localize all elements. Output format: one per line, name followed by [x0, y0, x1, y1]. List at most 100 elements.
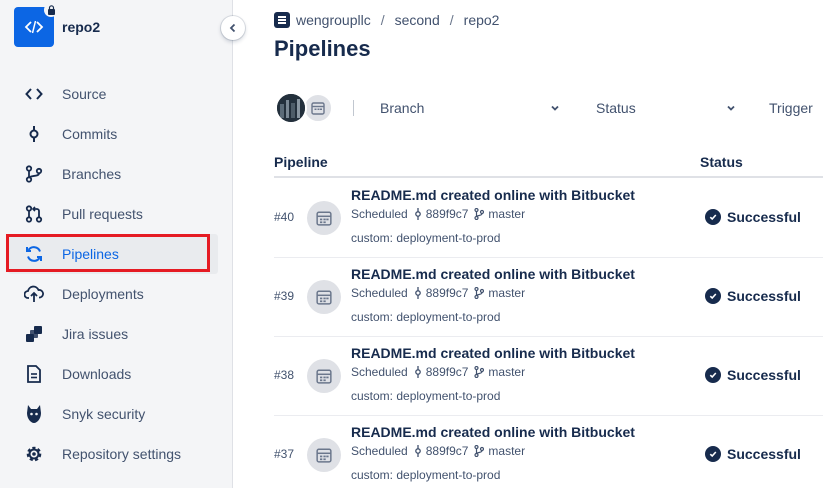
commit-icon — [22, 122, 46, 146]
pipeline-meta: Scheduled 889f9c7 master — [351, 365, 525, 379]
repo-name: repo2 — [62, 19, 101, 35]
status-badge: Successful — [705, 209, 801, 225]
sidebar-item-label: Branches — [62, 166, 122, 182]
sidebar-item-label: Repository settings — [62, 446, 182, 462]
pipeline-trigger: Scheduled — [351, 444, 408, 458]
pipeline-branch[interactable]: master — [488, 207, 525, 221]
scheduled-filter-avatar[interactable] — [303, 93, 333, 123]
column-header-pipeline: Pipeline — [274, 154, 328, 170]
status-badge: Successful — [705, 288, 801, 304]
commit-icon — [414, 287, 422, 299]
pipeline-branch[interactable]: master — [488, 286, 525, 300]
column-header-status: Status — [700, 154, 743, 170]
breadcrumb-repo[interactable]: repo2 — [464, 12, 500, 28]
pipeline-trigger: Scheduled — [351, 365, 408, 379]
breadcrumb-separator: / — [380, 12, 385, 28]
pipelines-icon — [22, 242, 46, 266]
sidebar-item-snyk-security[interactable]: Snyk security — [8, 394, 218, 434]
sidebar-item-label: Deployments — [62, 286, 144, 302]
collapse-sidebar-button[interactable] — [221, 16, 245, 40]
pipeline-number[interactable]: #37 — [274, 447, 294, 461]
pipeline-custom-step: custom: deployment-to-prod — [351, 468, 501, 482]
code-icon — [22, 82, 46, 106]
pipeline-title[interactable]: README.md created online with Bitbucket — [351, 266, 635, 282]
deployments-icon — [22, 282, 46, 306]
sidebar-item-repository-settings[interactable]: Repository settings — [8, 434, 218, 474]
repo-header[interactable]: repo2 — [14, 3, 101, 47]
calendar-icon — [307, 280, 341, 314]
calendar-icon — [307, 438, 341, 472]
commit-icon — [414, 366, 422, 378]
pipeline-title[interactable]: README.md created online with Bitbucket — [351, 424, 635, 440]
status-text: Successful — [727, 446, 801, 462]
branch-filter-label: Branch — [380, 100, 425, 116]
calendar-icon — [307, 201, 341, 235]
page-title: Pipelines — [274, 36, 371, 61]
status-text: Successful — [727, 288, 801, 304]
calendar-icon — [307, 359, 341, 393]
trigger-filter-label: Trigger — [769, 100, 813, 116]
sidebar-item-pipelines[interactable]: Pipelines — [8, 234, 218, 274]
pipeline-commit[interactable]: 889f9c7 — [426, 444, 469, 458]
pipeline-title[interactable]: README.md created online with Bitbucket — [351, 345, 635, 361]
sidebar-item-deployments[interactable]: Deployments — [8, 274, 218, 314]
pipeline-meta: Scheduled 889f9c7 master — [351, 207, 525, 221]
status-filter-dropdown[interactable]: Status — [596, 100, 736, 116]
pipeline-number[interactable]: #40 — [274, 210, 294, 224]
pipeline-branch[interactable]: master — [488, 444, 525, 458]
pipelines-list: #40 README.md created online with Bitbuc… — [274, 179, 823, 488]
branch-icon — [22, 162, 46, 186]
sidebar-item-label: Commits — [62, 126, 118, 142]
pipeline-number[interactable]: #38 — [274, 368, 294, 382]
sidebar-nav: Source Commits Branches Pull requests Pi… — [8, 74, 218, 474]
sidebar-item-pull-requests[interactable]: Pull requests — [8, 194, 218, 234]
filter-divider — [353, 100, 354, 116]
sidebar-item-jira-issues[interactable]: Jira issues — [8, 314, 218, 354]
branch-icon — [474, 208, 485, 220]
table-row[interactable]: #40 README.md created online with Bitbuc… — [274, 179, 823, 258]
sidebar-item-source[interactable]: Source — [8, 74, 218, 114]
filter-bar: Branch Status Trigger — [274, 92, 823, 126]
snyk-icon — [22, 402, 46, 426]
sidebar-item-branches[interactable]: Branches — [8, 154, 218, 194]
pipeline-custom-step: custom: deployment-to-prod — [351, 231, 501, 245]
trigger-filter-dropdown[interactable]: Trigger — [769, 100, 813, 116]
pipeline-commit[interactable]: 889f9c7 — [426, 286, 469, 300]
code-icon — [24, 20, 44, 34]
chevron-down-icon — [551, 105, 559, 111]
chevron-left-icon — [229, 23, 236, 33]
sidebar-item-downloads[interactable]: Downloads — [8, 354, 218, 394]
pipeline-number[interactable]: #39 — [274, 289, 294, 303]
pipeline-commit[interactable]: 889f9c7 — [426, 365, 469, 379]
pipeline-meta: Scheduled 889f9c7 master — [351, 286, 525, 300]
status-text: Successful — [727, 209, 801, 225]
table-row[interactable]: #39 README.md created online with Bitbuc… — [274, 258, 823, 337]
breadcrumb-project[interactable]: second — [395, 12, 440, 28]
pipeline-custom-step: custom: deployment-to-prod — [351, 389, 501, 403]
pipeline-custom-step: custom: deployment-to-prod — [351, 310, 501, 324]
downloads-icon — [22, 362, 46, 386]
chevron-down-icon — [727, 105, 735, 111]
pipeline-title[interactable]: README.md created online with Bitbucket — [351, 187, 635, 203]
user-avatar[interactable] — [275, 92, 307, 124]
sidebar-item-commits[interactable]: Commits — [8, 114, 218, 154]
status-text: Successful — [727, 367, 801, 383]
jira-icon — [22, 322, 46, 346]
breadcrumb-workspace[interactable]: wengroupllc — [296, 12, 371, 28]
pipeline-commit[interactable]: 889f9c7 — [426, 207, 469, 221]
commit-icon — [414, 208, 422, 220]
branch-filter-dropdown[interactable]: Branch — [380, 100, 560, 116]
check-circle-icon — [705, 288, 721, 304]
status-badge: Successful — [705, 446, 801, 462]
table-row[interactable]: #38 README.md created online with Bitbuc… — [274, 337, 823, 416]
sidebar-item-label: Snyk security — [62, 406, 146, 422]
repo-avatar — [14, 3, 58, 47]
check-circle-icon — [705, 446, 721, 462]
sidebar-item-label: Pull requests — [62, 206, 143, 222]
table-row[interactable]: #37 README.md created online with Bitbuc… — [274, 416, 823, 488]
breadcrumb-separator: / — [449, 12, 454, 28]
pipeline-branch[interactable]: master — [488, 365, 525, 379]
branch-icon — [474, 366, 485, 378]
breadcrumb: wengroupllc / second / repo2 — [274, 12, 499, 28]
pull-request-icon — [22, 202, 46, 226]
